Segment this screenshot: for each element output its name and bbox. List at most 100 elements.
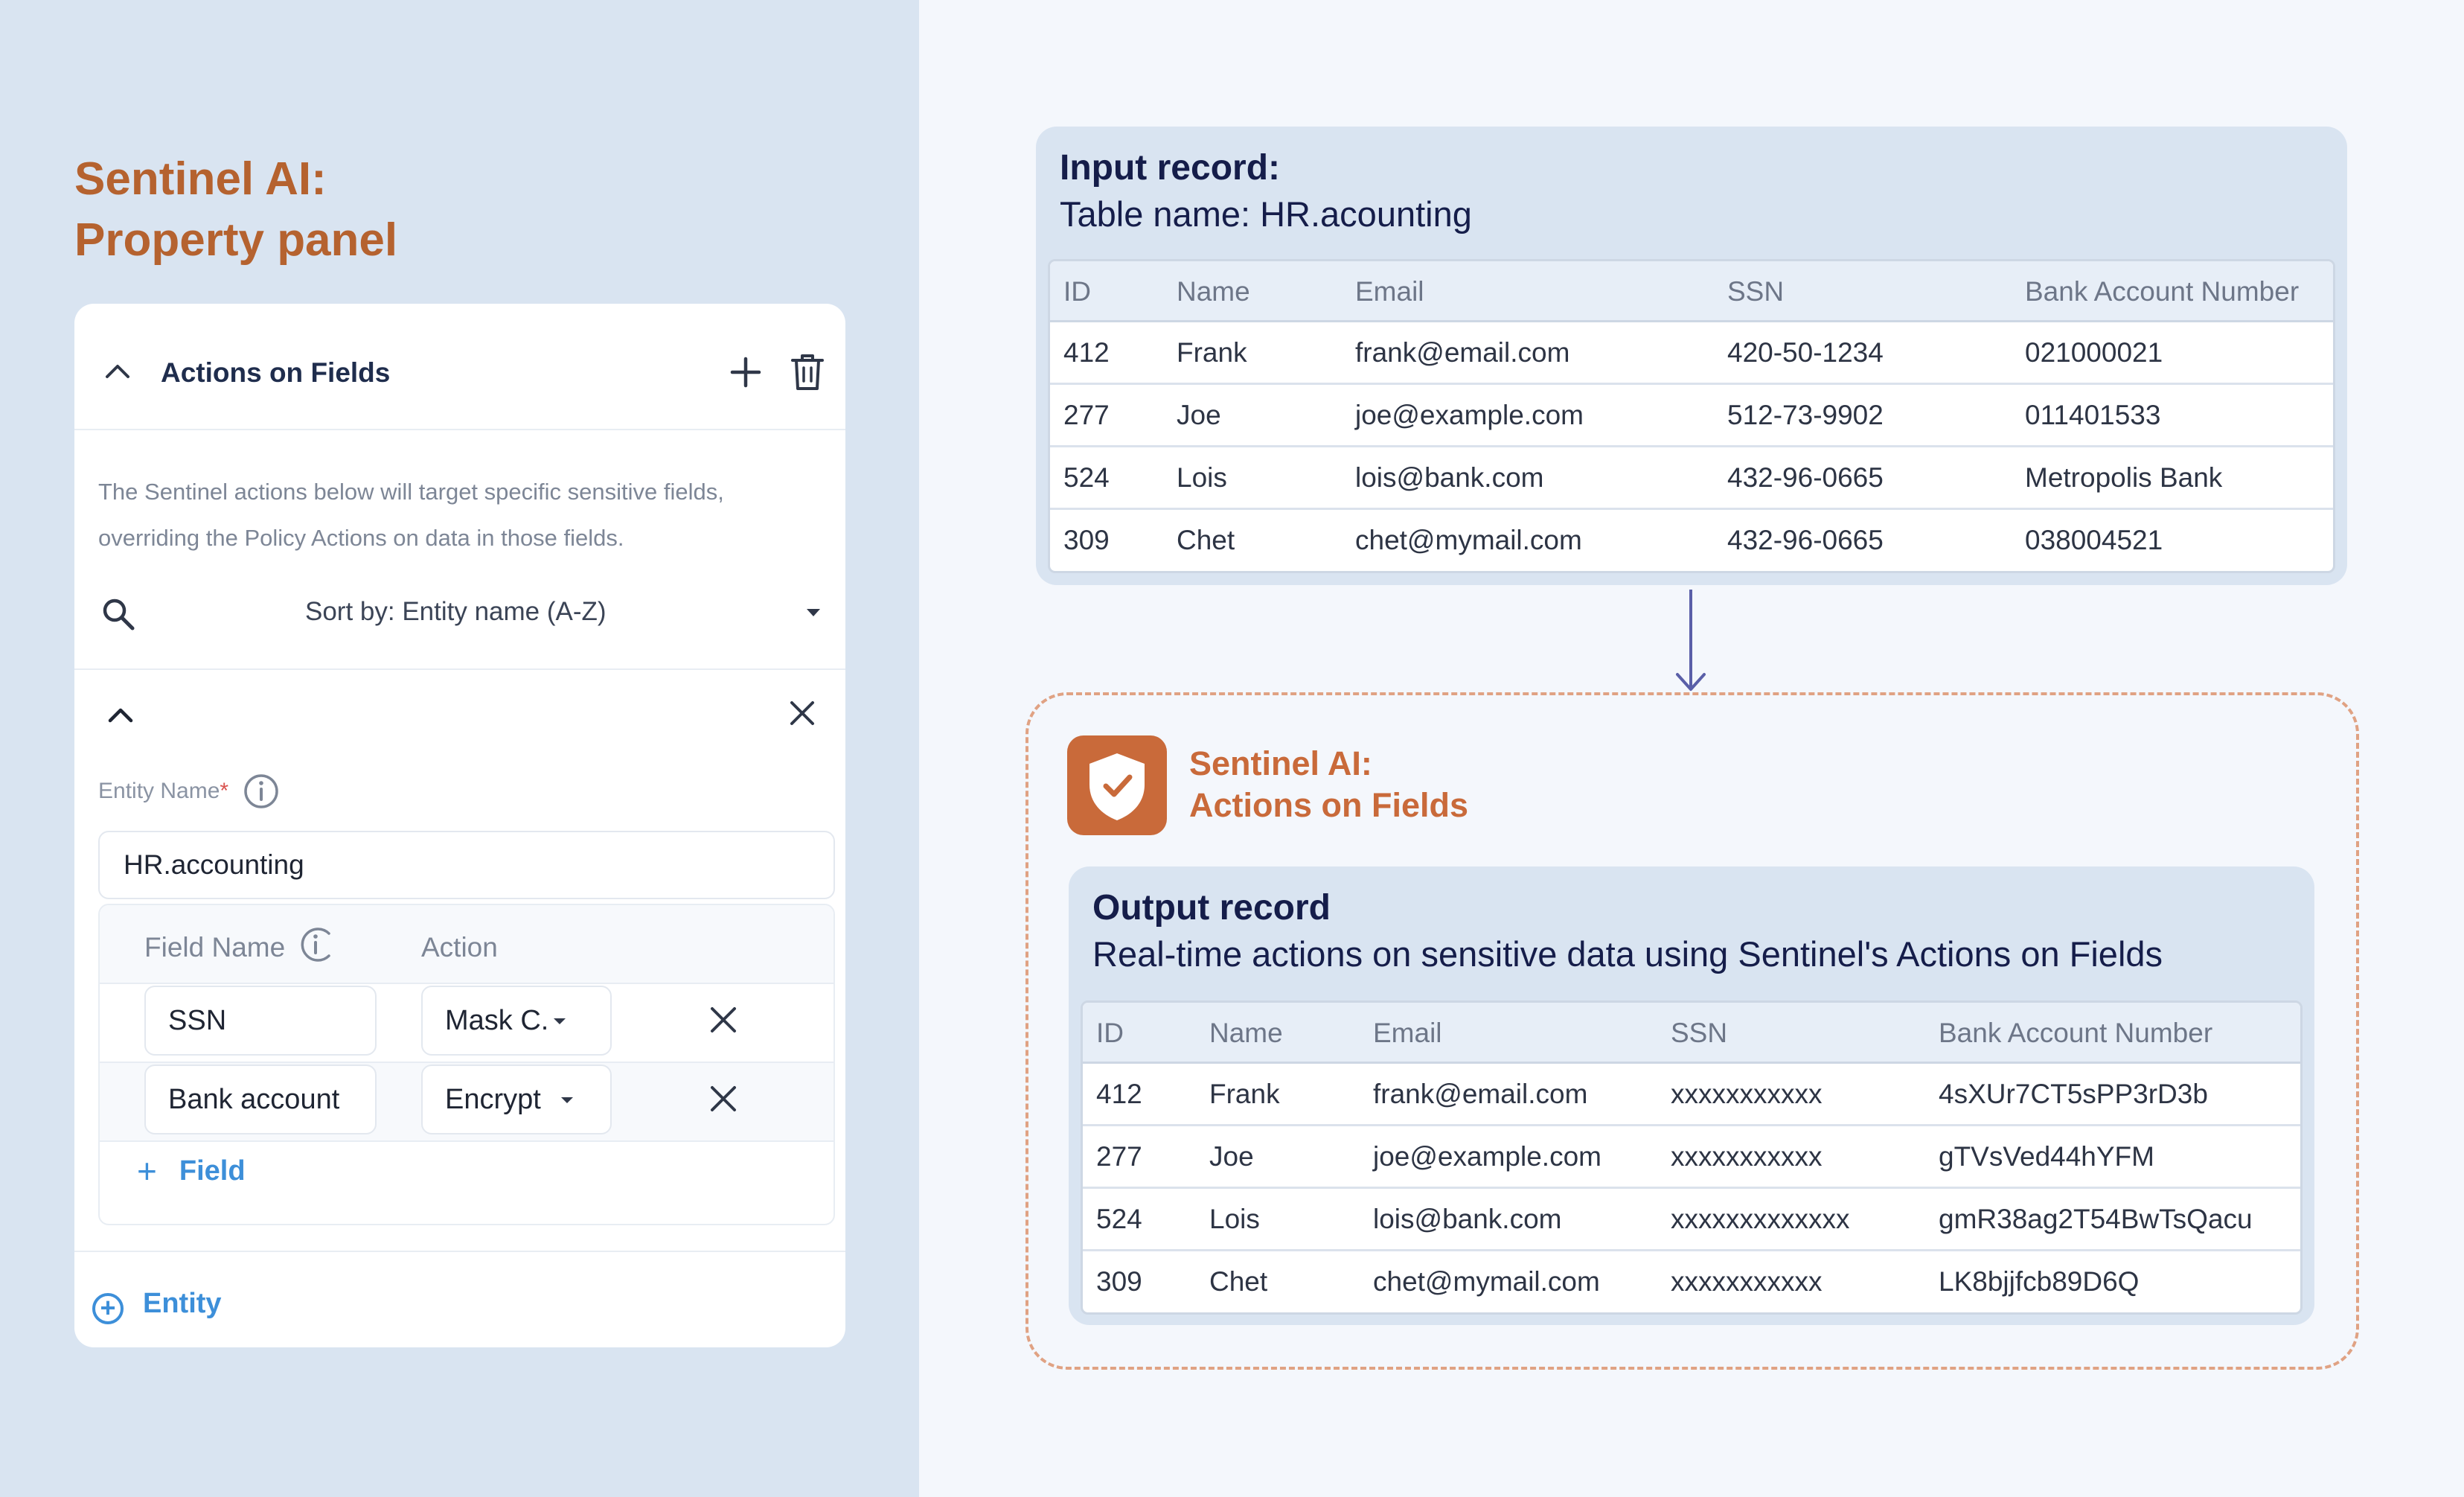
description-line1: The Sentinel actions below will target s… xyxy=(98,479,724,505)
add-entity-label: Entity xyxy=(143,1288,222,1319)
cell-bank-account: gmR38ag2T54BwTsQacu xyxy=(1939,1204,2253,1234)
cell-ssn: xxxxxxxxxxxxx xyxy=(1671,1204,1850,1234)
header-name: Name xyxy=(1177,276,1250,307)
field-name-header: Field Name xyxy=(144,932,286,963)
cell-ssn: xxxxxxxxxxx xyxy=(1671,1266,1823,1297)
cell-bank-account: Metropolis Bank xyxy=(2025,462,2223,493)
cell-id: 277 xyxy=(1096,1141,1142,1172)
header-bank-account: Bank Account Number xyxy=(2025,276,2300,307)
add-icon[interactable] xyxy=(729,356,762,389)
output-record-card: Output record Real-time actions on sensi… xyxy=(1069,866,2314,1325)
cell-email: chet@mymail.com xyxy=(1355,525,1582,555)
field-name-input[interactable]: SSN xyxy=(144,986,377,1056)
entity-name-label-text: Entity Name xyxy=(98,779,220,803)
cell-email: joe@example.com xyxy=(1355,400,1584,430)
caret-down-icon[interactable] xyxy=(805,607,822,618)
sentinel-box-line1: Sentinel AI: xyxy=(1189,744,1372,782)
cell-name: Joe xyxy=(1177,400,1221,430)
sentinel-box-title: Sentinel AI: Actions on Fields xyxy=(1189,743,1468,826)
input-record-card: Input record: Table name: HR.acounting I… xyxy=(1036,127,2347,585)
header-id: ID xyxy=(1096,1018,1124,1048)
field-info-icon[interactable] xyxy=(299,926,333,963)
cell-bank-account: LK8bjjfcb89D6Q xyxy=(1939,1266,2140,1297)
caret-down-icon xyxy=(561,1097,573,1103)
panel-description: The Sentinel actions below will target s… xyxy=(98,469,828,561)
cell-email: joe@example.com xyxy=(1373,1141,1601,1172)
cell-bank-account: 038004521 xyxy=(2025,525,2163,555)
description-line2: overriding the Policy Actions on data in… xyxy=(98,525,624,551)
trash-icon[interactable] xyxy=(790,353,825,392)
add-field-button[interactable]: + Field xyxy=(137,1151,246,1191)
page-heading: Sentinel AI: Property panel xyxy=(74,149,397,271)
info-icon[interactable] xyxy=(243,773,280,810)
header-email: Email xyxy=(1355,276,1424,307)
cell-ssn: 512-73-9902 xyxy=(1727,400,1884,430)
header-id: ID xyxy=(1063,276,1091,307)
caret-down-icon xyxy=(554,1018,566,1024)
add-entity-button[interactable]: + Entity xyxy=(92,1288,222,1324)
cell-id: 277 xyxy=(1063,400,1110,430)
remove-field-icon[interactable] xyxy=(708,1005,738,1035)
shield-check-icon xyxy=(1067,735,1167,835)
header-bank-account: Bank Account Number xyxy=(1939,1018,2213,1048)
header-ssn: SSN xyxy=(1727,276,1785,307)
header-name: Name xyxy=(1209,1018,1283,1048)
panel-title: Actions on Fields xyxy=(161,357,391,388)
cell-ssn: 420-50-1234 xyxy=(1727,337,1884,368)
header-ssn: SSN xyxy=(1671,1018,1728,1048)
action-select-value: Mask C. xyxy=(445,1005,549,1036)
cell-name: Lois xyxy=(1209,1204,1260,1234)
table-row: 524 Lois lois@bank.com xxxxxxxxxxxxx gmR… xyxy=(1083,1189,2300,1251)
cell-name: Lois xyxy=(1177,462,1227,493)
header-email: Email xyxy=(1373,1018,1442,1048)
heading-line2: Property panel xyxy=(74,214,398,266)
cell-ssn: xxxxxxxxxxx xyxy=(1671,1079,1823,1109)
output-record-table: ID Name Email SSN Bank Account Number 41… xyxy=(1081,1000,2303,1315)
add-field-label: Field xyxy=(179,1155,246,1187)
cell-id: 412 xyxy=(1063,337,1110,368)
table-row: 277 Joe joe@example.com xxxxxxxxxxx gTVs… xyxy=(1083,1126,2300,1189)
table-row: 412 Frank frank@email.com 420-50-1234 02… xyxy=(1050,322,2333,385)
table-row: 309 Chet chet@mymail.com xxxxxxxxxxx LK8… xyxy=(1083,1251,2300,1312)
entity-collapse-chevron-icon[interactable] xyxy=(107,706,134,724)
plus-circle-icon: + xyxy=(92,1293,124,1324)
search-icon[interactable] xyxy=(101,597,135,631)
remove-field-icon[interactable] xyxy=(708,1084,738,1114)
cell-id: 309 xyxy=(1063,525,1110,555)
action-select[interactable]: Encrypt xyxy=(421,1065,612,1134)
table-row: 524 Lois lois@bank.com 432-96-0665 Metro… xyxy=(1050,447,2333,510)
close-icon[interactable] xyxy=(789,700,816,727)
divider xyxy=(74,668,845,670)
heading-line1: Sentinel AI: xyxy=(74,153,327,205)
property-panel: Actions on Fields The Sentinel actions b… xyxy=(74,304,845,1347)
cell-ssn: 432-96-0665 xyxy=(1727,525,1884,555)
collapse-chevron-icon[interactable] xyxy=(104,362,131,380)
table-row: 277 Joe joe@example.com 512-73-9902 0114… xyxy=(1050,385,2333,447)
cell-id: 412 xyxy=(1096,1079,1142,1109)
shield-glyph xyxy=(1089,753,1145,820)
fields-table-header: Field Name Action xyxy=(100,905,833,984)
entity-name-input[interactable]: HR.accounting xyxy=(98,831,835,899)
cell-email: lois@bank.com xyxy=(1355,462,1544,493)
cell-name: Joe xyxy=(1209,1141,1254,1172)
divider xyxy=(74,1251,845,1252)
cell-email: frank@email.com xyxy=(1373,1079,1588,1109)
field-row: SSN Mask C. xyxy=(100,984,833,1063)
cell-id: 524 xyxy=(1063,462,1110,493)
cell-id: 309 xyxy=(1096,1266,1142,1297)
field-row: Bank account Encrypt xyxy=(100,1063,833,1142)
cell-email: chet@mymail.com xyxy=(1373,1266,1600,1297)
sort-dropdown[interactable]: Sort by: Entity name (A-Z) xyxy=(305,597,607,627)
cell-bank-account: 4sXUr7CT5sPP3rD3b xyxy=(1939,1079,2208,1109)
table-header: ID Name Email SSN Bank Account Number xyxy=(1083,1003,2300,1064)
cell-bank-account: 011401533 xyxy=(2025,400,2161,430)
input-record-title: Input record: xyxy=(1060,148,1280,188)
output-record-subtitle: Real-time actions on sensitive data usin… xyxy=(1092,934,2163,974)
table-row: 309 Chet chet@mymail.com 432-96-0665 038… xyxy=(1050,510,2333,571)
cell-email: lois@bank.com xyxy=(1373,1204,1562,1234)
cell-email: frank@email.com xyxy=(1355,337,1570,368)
field-name-input[interactable]: Bank account xyxy=(144,1065,377,1134)
action-select[interactable]: Mask C. xyxy=(421,986,612,1056)
cell-name: Frank xyxy=(1177,337,1247,368)
cell-ssn: 432-96-0665 xyxy=(1727,462,1884,493)
